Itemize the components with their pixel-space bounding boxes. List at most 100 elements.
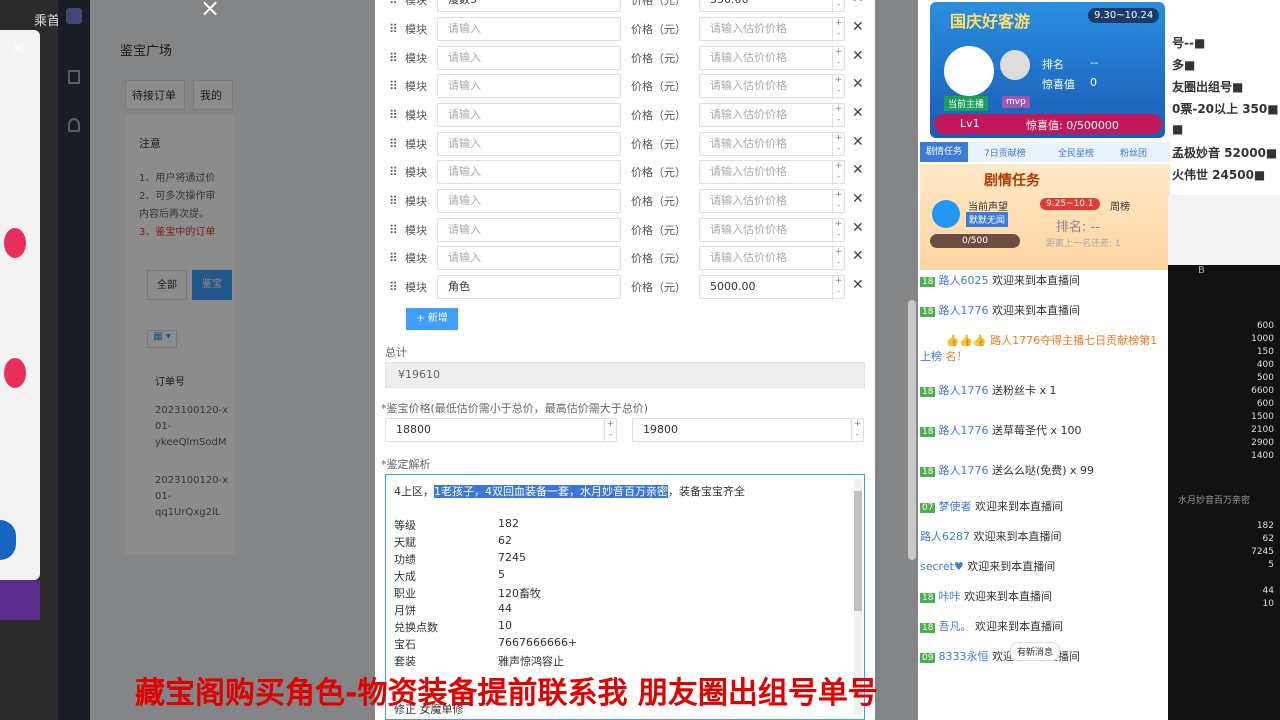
chat-user[interactable]: 路人1776 — [938, 464, 988, 477]
drag-handle-icon[interactable]: ⠿ — [389, 193, 399, 209]
price-label: 价格（元） — [631, 252, 686, 265]
module-price-input[interactable]: 请输入估价价格 + - — [699, 17, 845, 42]
new-message-button[interactable]: 有新消息 — [1010, 642, 1061, 661]
chat-user[interactable]: 梦使者 — [938, 500, 971, 513]
chat-message: 07 梦使者 欢迎来到本直播间 — [920, 498, 1063, 514]
chat-user[interactable]: 路人6287 — [920, 530, 970, 543]
module-label: 模块 — [405, 52, 427, 65]
remove-icon[interactable]: ✕ — [852, 134, 864, 150]
note-line: 友圈出组号■ — [1172, 80, 1244, 94]
close-icon[interactable]: × — [200, 0, 220, 22]
module-price-input[interactable]: 请输入估价价格 + - — [699, 218, 845, 243]
remove-icon[interactable]: ✕ — [852, 248, 864, 264]
drag-handle-icon[interactable]: ⠿ — [389, 250, 399, 266]
chat-user[interactable]: secret♥ — [920, 560, 964, 573]
remove-icon[interactable]: ✕ — [852, 76, 864, 92]
module-price-input[interactable]: 5000.00 + - — [699, 275, 845, 300]
drag-handle-icon[interactable]: ⠿ — [389, 107, 399, 123]
module-price-input[interactable]: 请输入估价价格 + - — [699, 160, 845, 185]
remove-icon[interactable]: ✕ — [852, 191, 864, 207]
stepper-icon[interactable]: +- — [604, 419, 616, 443]
sheet-cell: 1400 — [1251, 451, 1274, 461]
drag-handle-icon[interactable]: ⠿ — [389, 78, 399, 94]
event-banner[interactable]: 9.30~10.24 国庆好客游 排名 -- 惊喜值 0 当前主播 mvp Lv… — [930, 2, 1165, 138]
chat-user[interactable]: 上榜 — [920, 350, 942, 363]
stepper-icon[interactable]: +- — [832, 0, 844, 13]
drag-handle-icon[interactable]: ⠿ — [389, 279, 399, 295]
drag-handle-icon[interactable]: ⠿ — [389, 222, 399, 238]
chat-text: 送粉丝卡 x 1 — [991, 384, 1057, 397]
stepper-icon[interactable]: +- — [851, 419, 863, 443]
task-name: 默默无闻 — [966, 212, 1009, 227]
price-label: 价格（元） — [631, 281, 686, 294]
module-name-input[interactable]: 请输入 — [437, 103, 621, 127]
module-price-input[interactable]: 请输入估价价格 + - — [699, 246, 845, 271]
stepper-icon[interactable]: +- — [832, 75, 844, 99]
module-name-input[interactable]: 角色 — [437, 275, 621, 299]
module-price-input[interactable]: 550.00 +- — [699, 0, 845, 13]
task-card[interactable]: 剧情任务 当前声望 默默无闻 9.25~10.1 周榜 排名: -- 0/500… — [920, 164, 1170, 270]
chat-user[interactable]: 路人1776 — [938, 424, 988, 437]
remove-icon[interactable]: ✕ — [852, 48, 864, 64]
module-name-input[interactable]: 请输入 — [437, 246, 621, 270]
stepper-icon[interactable]: +- — [832, 219, 844, 243]
remove-icon[interactable]: ✕ — [852, 220, 864, 236]
remove-icon[interactable]: ✕ — [852, 277, 864, 293]
module-row: ⠿ 模块 角色 价格（元） 5000.00 + - ✕ — [385, 275, 865, 300]
chat-user[interactable]: 路人1776 — [938, 384, 988, 397]
stepper-icon[interactable]: +- — [832, 104, 844, 128]
tab-stars[interactable]: 全民星榜 — [1058, 146, 1094, 159]
module-name-input[interactable]: 请输入 — [437, 17, 621, 41]
avatar — [0, 580, 40, 620]
chat-user[interactable]: 路人1776 — [938, 304, 988, 317]
chat-user[interactable]: 8333永恒 — [938, 650, 988, 663]
stepper-icon[interactable]: +- — [832, 47, 844, 71]
drag-handle-icon[interactable]: ⠿ — [389, 164, 399, 180]
stepper-icon[interactable]: +- — [832, 247, 844, 271]
module-name-input[interactable]: 请输入 — [437, 189, 621, 213]
module-price-input[interactable]: 请输入估价价格 + - — [699, 189, 845, 214]
price-max-input[interactable]: 19800 + - — [632, 418, 864, 443]
stepper-icon[interactable]: +- — [832, 161, 844, 185]
module-price-input[interactable]: 请输入估价价格 + - — [699, 46, 845, 71]
stat-key: 宝石 — [394, 638, 416, 651]
drag-handle-icon[interactable]: ⠿ — [389, 50, 399, 66]
chat-user[interactable]: 咔咔 — [938, 590, 960, 603]
tab-7day[interactable]: 7日贡献榜 — [984, 146, 1026, 159]
chat-user[interactable]: 路人6025 — [938, 274, 988, 287]
module-price-input[interactable]: 请输入估价价格 + - — [699, 103, 845, 128]
module-name-input[interactable]: 请输入 — [437, 74, 621, 98]
modal-scrollbar[interactable] — [908, 300, 916, 560]
tab-task[interactable]: 剧情任务 — [920, 142, 968, 162]
tab-fans[interactable]: 粉丝团 — [1120, 146, 1147, 159]
module-price-input[interactable]: 请输入估价价格 + - — [699, 74, 845, 99]
module-name-input[interactable]: 漫数5 — [437, 0, 621, 12]
task-title: 剧情任务 — [984, 173, 1040, 189]
remove-icon[interactable]: ✕ — [852, 19, 864, 35]
level-badge: 18 — [920, 307, 936, 317]
drag-handle-icon[interactable]: ⠿ — [389, 136, 399, 152]
module-name-input[interactable]: 请输入 — [437, 218, 621, 242]
module-name-input[interactable]: 请输入 — [437, 160, 621, 184]
add-module-button[interactable]: + 新增 — [406, 308, 458, 330]
close-icon[interactable]: × — [12, 38, 25, 57]
level: Lv1 — [960, 117, 980, 130]
stepper-icon[interactable]: +- — [832, 190, 844, 214]
stepper-icon[interactable]: +- — [832, 276, 844, 300]
stepper-icon[interactable]: +- — [832, 133, 844, 157]
remove-icon[interactable]: ✕ — [852, 0, 864, 6]
module-name-input[interactable]: 请输入 — [437, 132, 621, 156]
remove-icon[interactable]: ✕ — [852, 105, 864, 121]
note-line: 0票-20以上 350■ — [1172, 102, 1279, 116]
drag-handle-icon[interactable]: ⠿ — [389, 21, 399, 37]
module-row: ⠿ 模块 请输入 价格（元） 请输入估价价格 + - ✕ — [385, 74, 865, 99]
remove-icon[interactable]: ✕ — [852, 162, 864, 178]
stepper-icon[interactable]: +- — [832, 18, 844, 42]
price-min-input[interactable]: 18800 + - — [385, 418, 617, 443]
chat-user[interactable]: 吾凡。 — [938, 620, 971, 633]
sheet-cell: 500 — [1256, 373, 1274, 383]
drag-handle-icon[interactable]: ⠿ — [389, 0, 399, 8]
module-name-input[interactable]: 请输入 — [437, 46, 621, 70]
module-price-input[interactable]: 请输入估价价格 + - — [699, 132, 845, 157]
stat-key: 套装 — [394, 655, 416, 668]
